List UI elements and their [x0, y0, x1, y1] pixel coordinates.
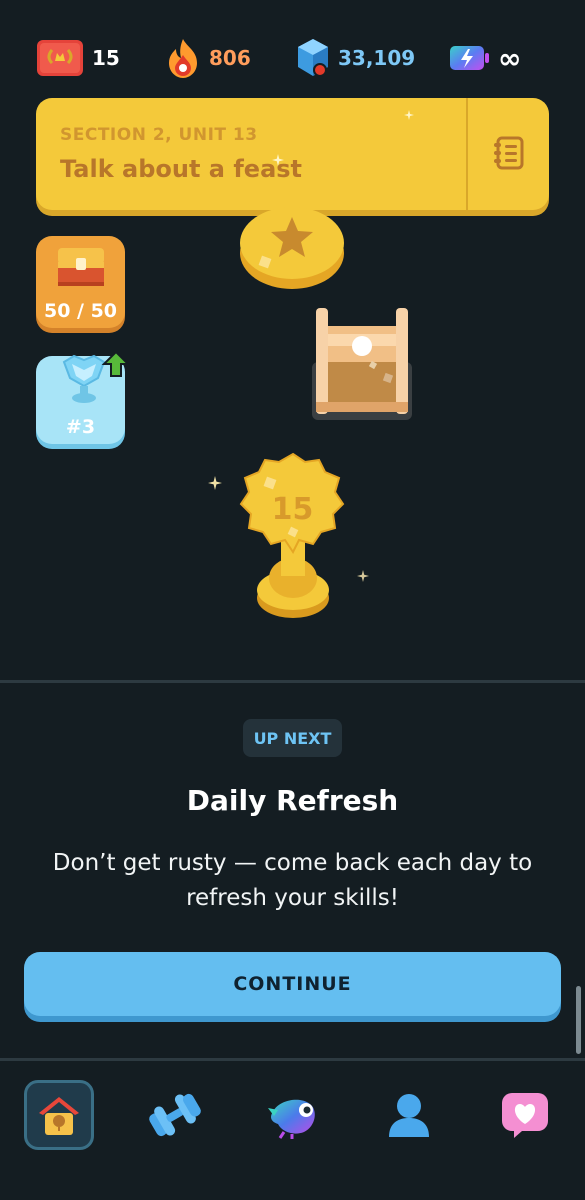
treasure-chest-icon [58, 248, 104, 286]
sparkle-icon [272, 154, 284, 166]
crown-stat[interactable]: 15 [36, 36, 120, 80]
scrollbar[interactable] [576, 986, 581, 1054]
level-number: 15 [271, 492, 314, 527]
path-treasure-chest[interactable] [306, 304, 416, 422]
banner-divider [466, 98, 468, 210]
star-lesson-node[interactable] [238, 205, 346, 291]
nav-characters[interactable] [258, 1080, 328, 1150]
unit-title: Talk about a feast [60, 155, 303, 183]
dumbbell-icon [149, 1093, 201, 1137]
chest-progress-card[interactable]: 50 / 50 [36, 236, 125, 328]
streak-count: 806 [209, 46, 251, 70]
heart-message-icon [502, 1093, 548, 1138]
section-divider [0, 680, 585, 683]
energy-stat[interactable]: ∞ [448, 36, 521, 80]
section-banner[interactable]: SECTION 2, UNIT 13 Talk about a feast [36, 98, 549, 210]
continue-button[interactable]: CONTINUE [24, 952, 561, 1016]
home-icon [39, 1097, 79, 1135]
nav-practice[interactable] [140, 1080, 210, 1150]
notebook-icon[interactable] [488, 132, 530, 174]
profile-icon [389, 1094, 429, 1137]
crown-badge-icon [37, 40, 83, 76]
section-label: SECTION 2, UNIT 13 [60, 125, 258, 145]
diamond-league-trophy-icon [62, 350, 131, 403]
up-next-badge: UP NEXT [243, 719, 342, 757]
nav-home[interactable] [24, 1080, 94, 1150]
nav-profile[interactable] [374, 1080, 444, 1150]
level-trophy-icon [239, 452, 345, 618]
crown-count: 15 [92, 46, 120, 70]
chest-progress-text: 50 / 50 [43, 300, 118, 322]
nav-divider [0, 1058, 585, 1061]
league-rank-card[interactable]: #3 [36, 350, 131, 444]
streak-stat[interactable]: 806 [165, 36, 251, 80]
gems-stat[interactable]: 33,109 [296, 36, 415, 80]
up-next-description: Don’t get rusty — come back each day to … [52, 850, 533, 911]
league-rank-text: #3 [65, 416, 96, 438]
sparkle-icon [357, 570, 369, 582]
flame-icon [169, 39, 197, 78]
sparkle-icon [404, 110, 414, 120]
gem-icon [298, 39, 328, 77]
energy-count: ∞ [498, 41, 522, 75]
duo-bird-icon [268, 1099, 315, 1139]
nav-social[interactable] [490, 1080, 560, 1150]
current-level-node[interactable]: 15 [235, 452, 350, 622]
energy-battery-icon [450, 46, 489, 70]
sparkle-icon [208, 476, 222, 490]
gems-count: 33,109 [338, 46, 416, 70]
up-next-title: Daily Refresh [186, 784, 399, 817]
